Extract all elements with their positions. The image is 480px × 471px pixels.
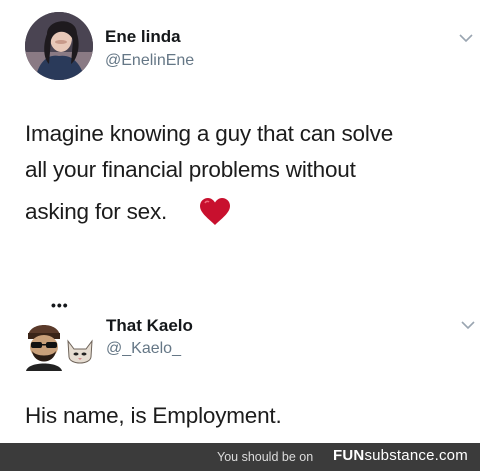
author-name[interactable]: That Kaelo [106,316,193,336]
cat-icon [67,339,93,364]
tweet-text-line: all your financial problems without [25,157,356,182]
chevron-down-icon[interactable] [460,320,476,330]
watermark-banner: You should be on FUNsubstance.com [0,443,480,471]
heart-icon [200,198,230,225]
banner-prefix: You should be on [217,450,314,464]
tweet-text-line: asking for sex. [25,199,168,224]
avatar[interactable] [24,315,64,371]
tweet-text: His name, is Employment. [25,403,282,428]
author-name[interactable]: Ene linda [105,27,181,47]
brand-bold: FUN [333,447,365,464]
banner-brand[interactable]: FUNsubstance.com [333,447,468,464]
avatar-image [25,12,93,80]
tweet-card: Ene linda @EnelinEne Imagine knowing a g… [0,0,480,260]
tweet-text-line: Imagine knowing a guy that can solve [25,121,394,146]
brand-rest: substance.com [364,447,468,464]
author-handle[interactable]: @_Kaelo_ [106,340,181,358]
avatar[interactable] [25,12,93,80]
thread-indicator: ••• [51,297,69,313]
chevron-down-icon[interactable] [458,33,474,43]
author-handle[interactable]: @EnelinEne [105,52,194,70]
